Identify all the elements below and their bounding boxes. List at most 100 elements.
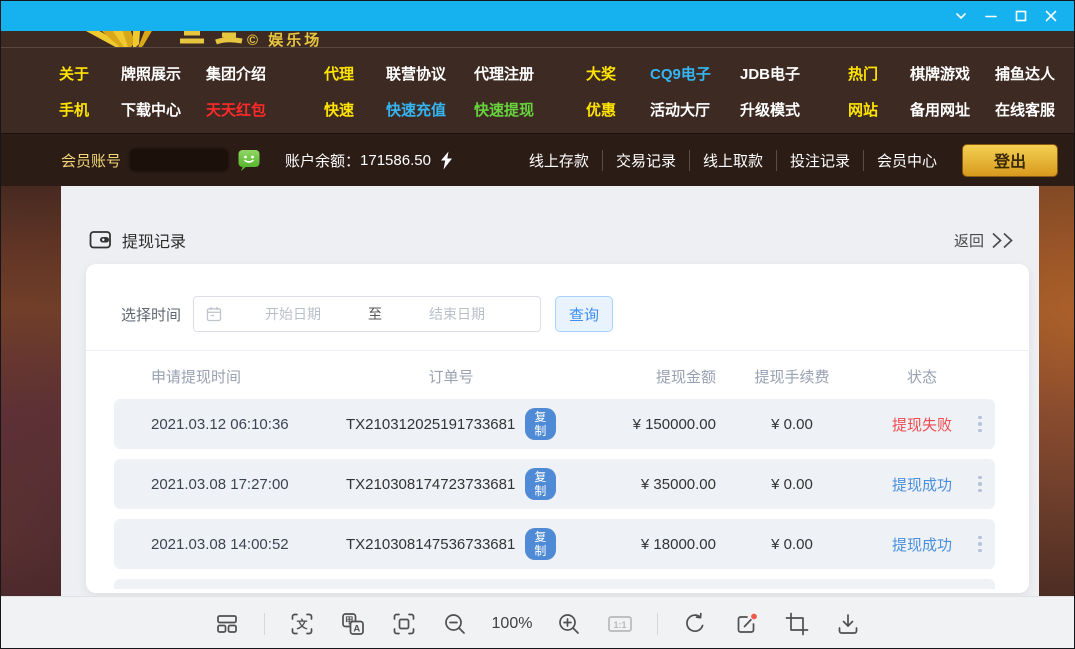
nav-item-license[interactable]: 牌照展示	[121, 63, 206, 84]
table-row-partial	[114, 579, 995, 589]
link-member-center[interactable]: 会员中心	[863, 150, 950, 171]
header-order-no: 订单号	[346, 366, 556, 387]
kebab-menu-icon[interactable]	[976, 412, 984, 437]
crop-icon[interactable]	[783, 610, 811, 638]
cell-amount: ¥ 35000.00	[556, 476, 716, 493]
back-link[interactable]: 返回	[954, 230, 1017, 251]
brand-logo-icon	[71, 31, 171, 48]
balance-value: 171586.50	[360, 152, 431, 169]
end-date-input[interactable]	[386, 306, 528, 322]
svg-text:1:1: 1:1	[614, 620, 627, 630]
link-bet-records[interactable]: 投注记录	[776, 150, 863, 171]
logout-button[interactable]: 登出	[962, 144, 1058, 177]
page-title-row: 提现记录 返回	[89, 228, 1017, 252]
copy-button[interactable]: 复制	[525, 468, 556, 500]
cell-amount: ¥ 150000.00	[556, 416, 716, 433]
zoom-in-icon[interactable]	[555, 610, 583, 638]
main-content-area: 提现记录 返回 选择时间	[1, 186, 1074, 596]
nav-item-group-intro[interactable]: 集团介绍	[206, 63, 324, 84]
toolbar-divider	[264, 613, 265, 635]
header-amount: 提现金额	[556, 366, 716, 387]
layout-panels-icon[interactable]	[213, 610, 241, 638]
download-icon[interactable]	[834, 610, 862, 638]
maximize-button[interactable]	[1006, 1, 1036, 31]
account-links: 线上存款 交易记录 线上取款 投注记录 会员中心	[516, 150, 950, 171]
nav-item-website[interactable]: 网站	[848, 99, 910, 120]
close-button[interactable]	[1036, 1, 1066, 31]
nav-item-cq9[interactable]: CQ9电子	[650, 63, 740, 84]
calendar-icon	[206, 306, 222, 322]
translate-icon[interactable]: 甲 A	[339, 610, 367, 638]
link-transaction-records[interactable]: 交易记录	[602, 150, 689, 171]
nav-item-activity-hall[interactable]: 活动大厅	[650, 99, 740, 120]
nav-item-download-center[interactable]: 下载中心	[121, 99, 206, 120]
status-badge: 提现成功	[868, 534, 976, 555]
copy-button[interactable]: 复制	[525, 528, 556, 560]
nav-item-hot[interactable]: 热门	[848, 63, 910, 84]
message-icon[interactable]	[237, 148, 261, 172]
nav-item-joint-agreement[interactable]: 联营协议	[386, 63, 474, 84]
start-date-input[interactable]	[222, 306, 364, 322]
nav-item-about[interactable]: 关于	[59, 63, 121, 84]
nav-item-fishing[interactable]: 捕鱼达人	[995, 63, 1075, 84]
nav-item-board-games[interactable]: 棋牌游戏	[910, 63, 995, 84]
balance: 账户余额： 171586.50	[285, 150, 454, 171]
lightning-refresh-icon[interactable]	[439, 151, 454, 170]
nav-item-agent-register[interactable]: 代理注册	[474, 63, 586, 84]
nav-item-agent[interactable]: 代理	[324, 63, 386, 84]
table-row: 2021.03.12 06:10:36 TX210312025191733681…	[114, 399, 995, 449]
account-bar: 会员账号 账户余额： 171586.50 线上存款 交易记录	[1, 133, 1074, 186]
cell-amount: ¥ 18000.00	[556, 536, 716, 553]
logo-row: © 娱乐场	[1, 31, 1074, 48]
app-window: © 娱乐场 关于 牌照展示 集团介绍 代理 联营协议 代理注册 大奖 CQ9电子…	[0, 0, 1075, 649]
nav-item-jdb[interactable]: JDB电子	[740, 63, 848, 84]
kebab-menu-icon[interactable]	[976, 472, 984, 497]
header-fee: 提现手续费	[716, 366, 868, 387]
nav-item-quick-withdraw[interactable]: 快速提现	[474, 99, 586, 120]
link-online-withdraw[interactable]: 线上取款	[689, 150, 776, 171]
rotate-icon[interactable]	[681, 610, 709, 638]
nav-item-quick-deposit[interactable]: 快速充值	[386, 99, 474, 120]
zoom-level-indicator[interactable]: 100%	[492, 615, 533, 633]
filter-row: 选择时间 至 查询	[86, 264, 1029, 332]
member-account-label: 会员账号	[61, 150, 121, 171]
viewer-toolbar: 文 甲 A 100%	[1, 596, 1074, 649]
one-to-one-icon[interactable]: 1:1	[606, 610, 634, 638]
cell-fee: ¥ 0.00	[716, 416, 868, 433]
table-row: 2021.03.08 17:27:00 TX210308174723733681…	[114, 459, 995, 509]
cell-order-no: TX210308147536733681	[346, 536, 515, 553]
site-header: © 娱乐场 关于 牌照展示 集团介绍 代理 联营协议 代理注册 大奖 CQ9电子…	[1, 31, 1074, 133]
status-badge: 提现失败	[868, 414, 976, 435]
nav-item-upgrade-mode[interactable]: 升级模式	[740, 99, 848, 120]
member-username-redacted	[129, 148, 229, 172]
link-online-deposit[interactable]: 线上存款	[516, 150, 602, 171]
cell-fee: ¥ 0.00	[716, 476, 868, 493]
date-range-picker[interactable]: 至	[193, 296, 541, 332]
nav-item-promo[interactable]: 优惠	[586, 99, 650, 120]
header-status: 状态	[868, 366, 976, 387]
cell-order-no: TX210312025191733681	[346, 416, 515, 433]
logo-wordmark-fragment	[176, 31, 246, 47]
minimize-button[interactable]	[976, 1, 1006, 31]
fit-screen-icon[interactable]	[390, 610, 418, 638]
nav-item-online-service[interactable]: 在线客服	[995, 99, 1075, 120]
ocr-text-icon[interactable]: 文	[288, 610, 316, 638]
nav-item-red-packet[interactable]: 天天红包	[206, 99, 324, 120]
nav-item-backup-url[interactable]: 备用网址	[910, 99, 995, 120]
edit-icon[interactable]	[732, 610, 760, 638]
svg-text:文: 文	[296, 617, 308, 631]
cell-time: 2021.03.08 17:27:00	[151, 476, 346, 493]
zoom-out-icon[interactable]	[441, 610, 469, 638]
kebab-menu-icon[interactable]	[976, 532, 984, 557]
nav-item-mobile[interactable]: 手机	[59, 99, 121, 120]
cell-fee: ¥ 0.00	[716, 536, 868, 553]
search-button[interactable]: 查询	[555, 296, 613, 332]
nav-item-quick[interactable]: 快速	[324, 99, 386, 120]
cell-time: 2021.03.12 06:10:36	[151, 416, 346, 433]
copy-button[interactable]: 复制	[525, 408, 556, 440]
range-separator: 至	[368, 304, 382, 324]
chevron-down-icon[interactable]	[946, 1, 976, 31]
nav-item-jackpot[interactable]: 大奖	[586, 63, 650, 84]
titlebar	[1, 1, 1074, 31]
balance-label: 账户余额：	[285, 150, 360, 171]
